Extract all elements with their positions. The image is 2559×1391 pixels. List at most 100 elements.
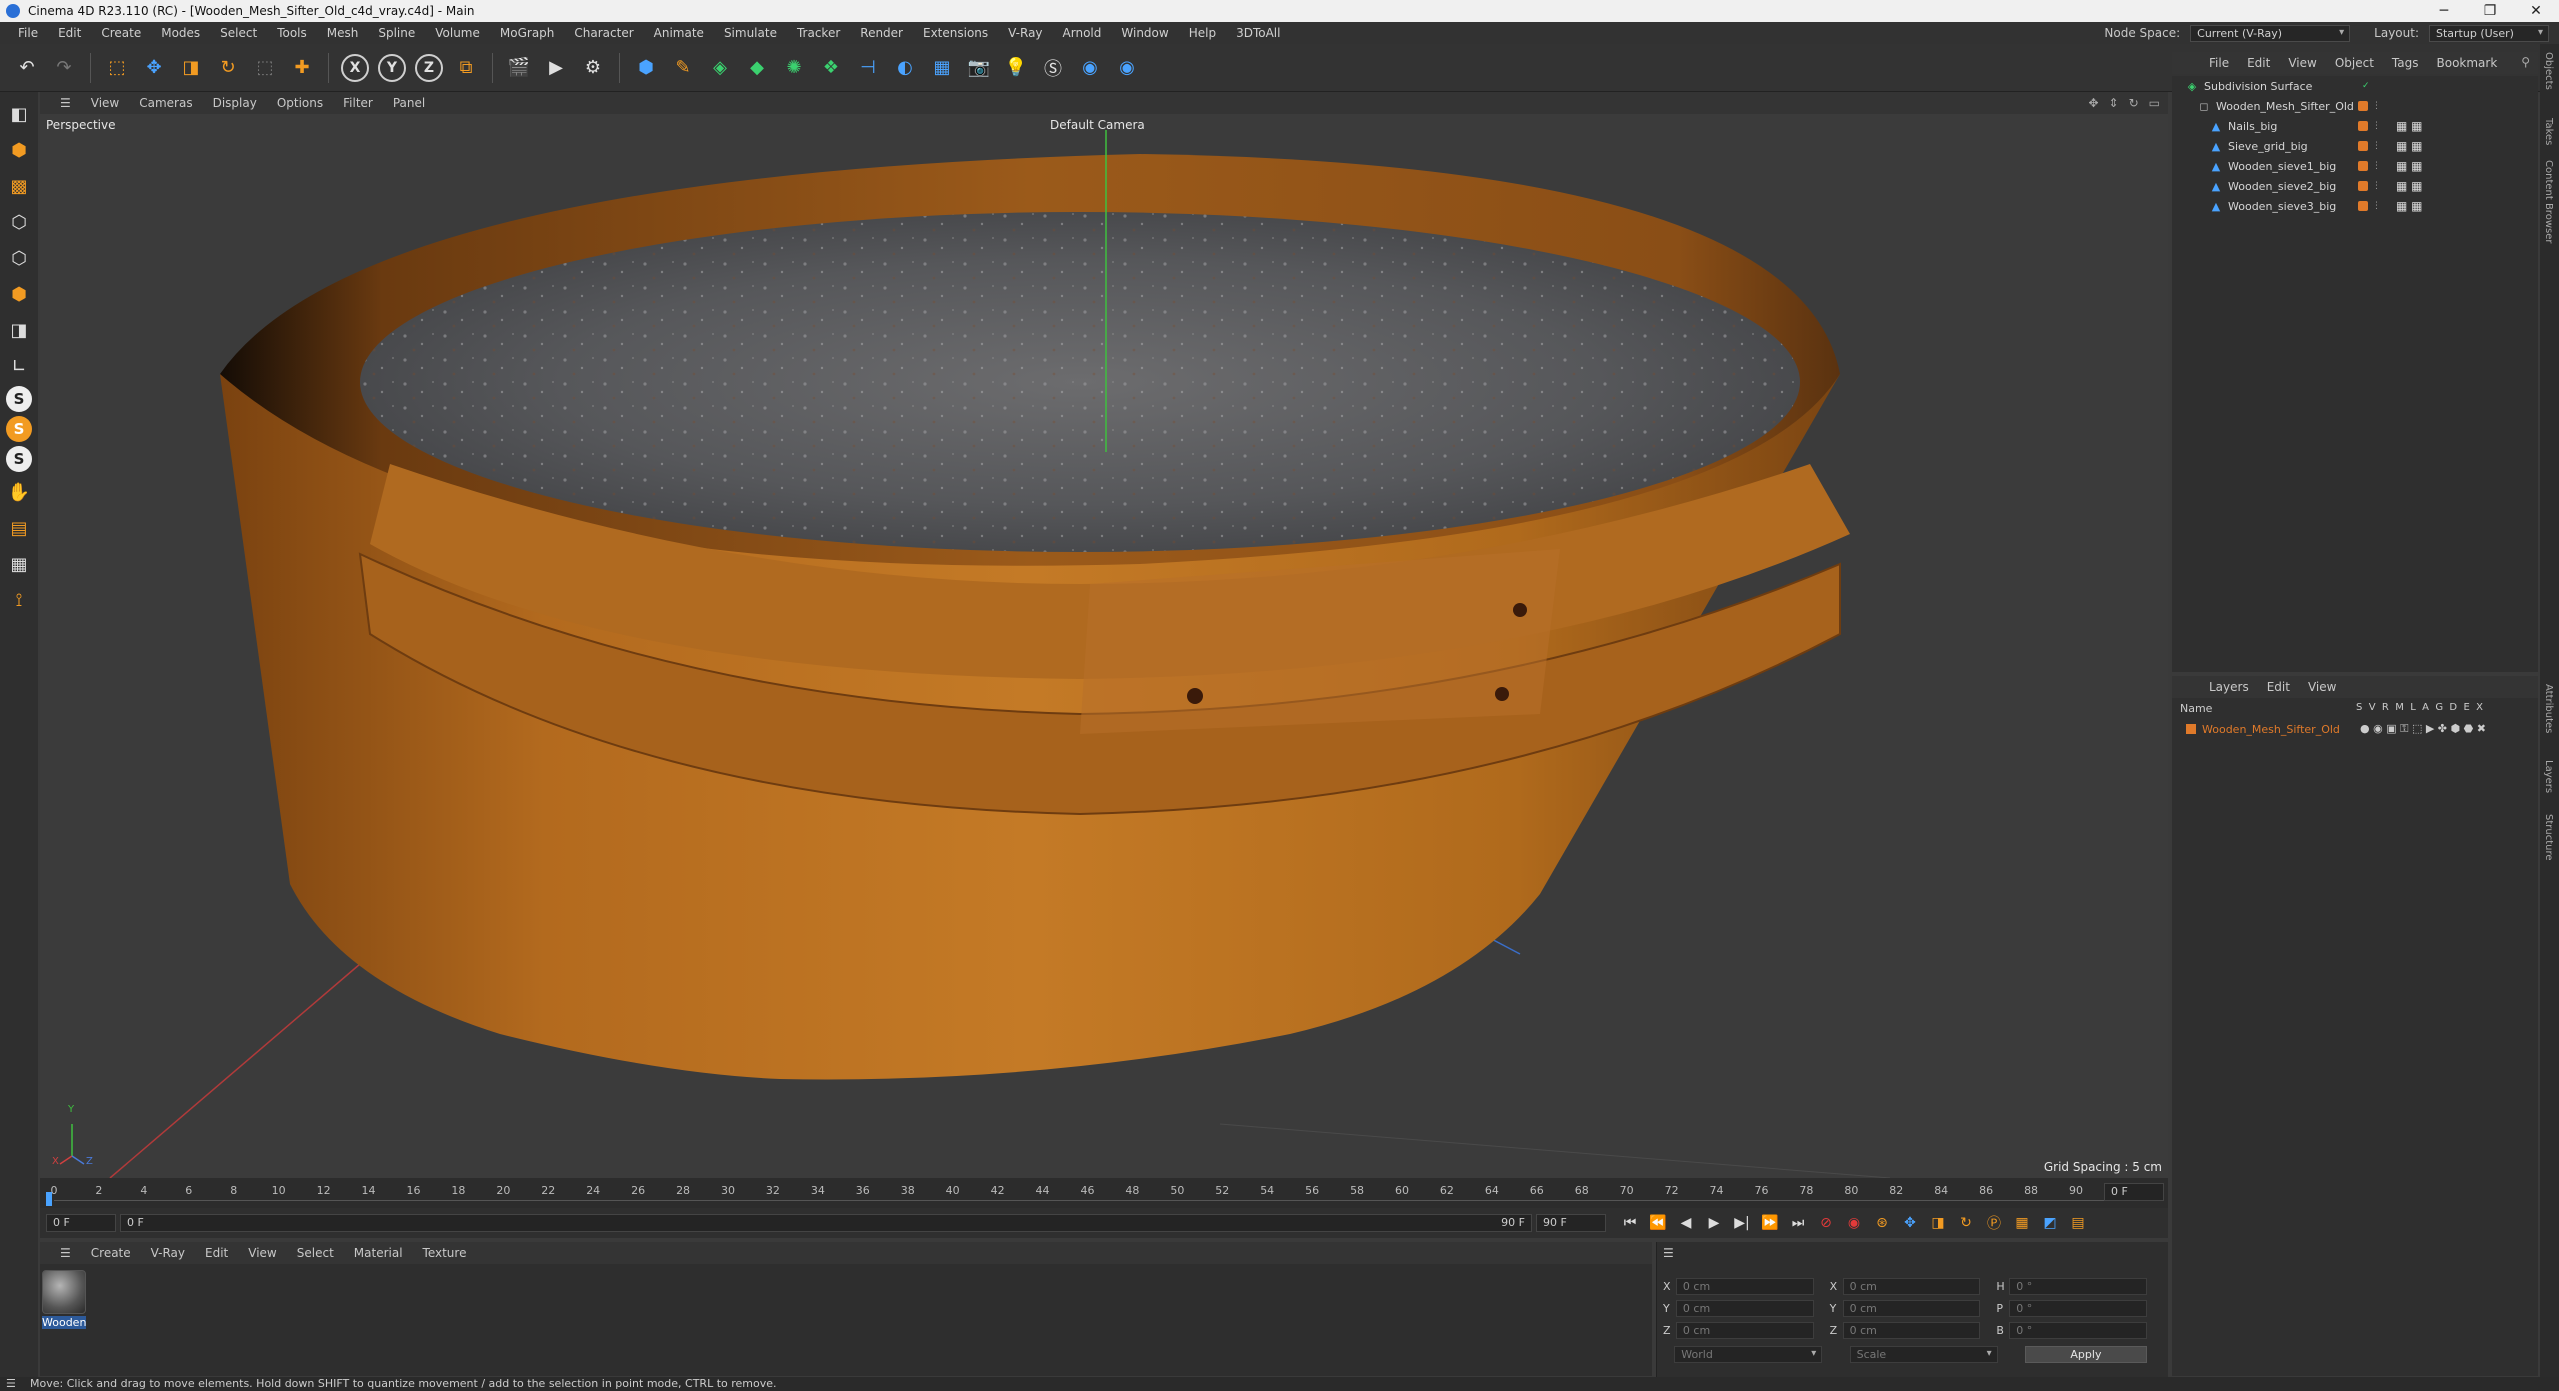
record-keys-icon[interactable]: ⊘ bbox=[1814, 1211, 1838, 1235]
apply-button[interactable]: Apply bbox=[2024, 1345, 2147, 1363]
next-frame-icon[interactable]: ▶| bbox=[1730, 1211, 1754, 1235]
visibility-dots-icon[interactable]: ⋮ bbox=[2372, 121, 2381, 131]
menu-render[interactable]: Render bbox=[850, 26, 913, 40]
menu-edit[interactable]: Edit bbox=[48, 26, 91, 40]
points-mode-icon[interactable]: ⬡ bbox=[4, 206, 34, 238]
next-key-icon[interactable]: ⏩ bbox=[1758, 1211, 1782, 1235]
menu-mograph[interactable]: MoGraph bbox=[490, 26, 565, 40]
redo-icon[interactable]: ↷ bbox=[47, 51, 81, 85]
menu-tracker[interactable]: Tracker bbox=[787, 26, 850, 40]
material-menu-vray[interactable]: V-Ray bbox=[141, 1246, 195, 1260]
key-scale-icon[interactable]: ◨ bbox=[1926, 1211, 1950, 1235]
material-menu-select[interactable]: Select bbox=[287, 1246, 344, 1260]
tab-layers[interactable]: Layers bbox=[2543, 760, 2554, 793]
scale-tool-icon[interactable]: ◨ bbox=[174, 51, 208, 85]
timeline-ruler[interactable]: 0 2 4 6 8 10 12 14 16 18 20 22 24 26 28 30 32 34 36 38 40 42 4… bbox=[40, 1178, 2168, 1208]
rot-b-field[interactable]: 0 ° bbox=[2009, 1321, 2147, 1339]
key-position-icon[interactable]: ✥ bbox=[1898, 1211, 1922, 1235]
polygons-mode-icon[interactable]: ⬢ bbox=[4, 278, 34, 310]
layer-tag-icon[interactable] bbox=[2358, 181, 2368, 191]
node-space-dropdown[interactable]: Current (V-Ray) bbox=[2190, 24, 2351, 42]
visibility-dots-icon[interactable]: ⋮ bbox=[2372, 101, 2381, 111]
y-axis-lock-button[interactable]: Y bbox=[378, 53, 406, 82]
previous-key-icon[interactable]: ⏪ bbox=[1646, 1211, 1670, 1235]
material-menu-view[interactable]: View bbox=[238, 1246, 286, 1260]
menu-3dtoall[interactable]: 3DToAll bbox=[1226, 26, 1290, 40]
timeline-window-icon[interactable]: ▤ bbox=[2066, 1211, 2090, 1235]
viewport-camera-label[interactable]: Default Camera bbox=[1050, 118, 1145, 132]
axis-mode-icon[interactable]: ∟ bbox=[4, 350, 34, 382]
snap-grid-icon[interactable]: ▤ bbox=[4, 512, 34, 544]
material-thumbnail[interactable] bbox=[42, 1270, 86, 1314]
layer-tag-icon[interactable] bbox=[2358, 161, 2368, 171]
object-row[interactable]: ▲ Wooden_sieve3_big ⋮ ▦ ▦ bbox=[2172, 196, 2538, 216]
add-object-icon[interactable]: ✚ bbox=[285, 51, 319, 85]
vray-s2-icon[interactable]: S bbox=[6, 446, 32, 472]
layer-tag-icon[interactable] bbox=[2358, 141, 2368, 151]
material-menu-edit[interactable]: Edit bbox=[195, 1246, 238, 1260]
subdivision-generator-icon[interactable]: ◈ bbox=[703, 51, 737, 85]
menu-simulate[interactable]: Simulate bbox=[714, 26, 787, 40]
render-settings-icon[interactable]: ⚙ bbox=[576, 51, 610, 85]
render-region-icon[interactable]: 🎬 bbox=[502, 51, 536, 85]
texture-mode-icon[interactable]: ▩ bbox=[4, 170, 34, 202]
search-icon[interactable]: ⚲ bbox=[2521, 55, 2530, 69]
hamburger-icon[interactable]: ☰ bbox=[50, 1246, 81, 1260]
rotate-tool-icon[interactable]: ↻ bbox=[211, 51, 245, 85]
timeline-playhead[interactable] bbox=[46, 1192, 52, 1206]
material-tag-icon[interactable]: ▦ ▦ bbox=[2396, 119, 2423, 133]
light-icon[interactable]: 💡 bbox=[999, 51, 1033, 85]
edges-mode-icon[interactable]: ⬡ bbox=[4, 242, 34, 274]
layer-tag-icon[interactable] bbox=[2358, 101, 2368, 111]
layer-menu-edit[interactable]: Edit bbox=[2258, 680, 2299, 694]
hamburger-icon[interactable]: ☰ bbox=[50, 96, 81, 110]
pos-x-field[interactable]: 0 cm bbox=[1675, 1277, 1814, 1295]
zoom-view-icon[interactable]: ⇕ bbox=[2109, 96, 2119, 110]
hamburger-icon[interactable]: ☰ bbox=[1663, 1246, 1674, 1260]
x-axis-lock-button[interactable]: X bbox=[341, 53, 369, 82]
layer-row[interactable]: Wooden_Mesh_Sifter_Old ● ◉ ▣ ⚿ ⬚ ▶ ✤ ⬢ ⬣… bbox=[2172, 720, 2538, 738]
move-tool-icon[interactable]: ✥ bbox=[137, 51, 171, 85]
key-parameter-icon[interactable]: Ⓟ bbox=[1982, 1211, 2006, 1235]
viewport-menu-panel[interactable]: Panel bbox=[383, 96, 435, 110]
viewport-menu-options[interactable]: Options bbox=[267, 96, 333, 110]
material-tag-icon[interactable]: ▦ ▦ bbox=[2396, 139, 2423, 153]
live-selection-icon[interactable]: ⬚ bbox=[100, 51, 134, 85]
object-menu-bookmark[interactable]: Bookmark bbox=[2428, 56, 2507, 70]
keyframe-selection-icon[interactable]: ⊛ bbox=[1870, 1211, 1894, 1235]
layer-tag-icon[interactable] bbox=[2358, 121, 2368, 131]
rotate-view-icon[interactable]: ↻ bbox=[2129, 96, 2139, 110]
end-frame-field[interactable]: 90 F bbox=[1536, 1214, 1606, 1232]
transform-tool-icon[interactable]: ⬚ bbox=[248, 51, 282, 85]
visibility-dots-icon[interactable]: ⋮ bbox=[2372, 161, 2381, 171]
menu-volume[interactable]: Volume bbox=[425, 26, 490, 40]
menu-select[interactable]: Select bbox=[210, 26, 267, 40]
viewport-menu-cameras[interactable]: Cameras bbox=[129, 96, 202, 110]
viewport-menu-filter[interactable]: Filter bbox=[333, 96, 383, 110]
vray-icon[interactable]: Ⓢ bbox=[1036, 51, 1070, 85]
viewport-menu-view[interactable]: View bbox=[81, 96, 129, 110]
layer-menu-layers[interactable]: Layers bbox=[2200, 680, 2258, 694]
field-icon[interactable]: ◐ bbox=[888, 51, 922, 85]
floor-icon[interactable]: ▦ bbox=[925, 51, 959, 85]
menu-window[interactable]: Window bbox=[1111, 26, 1178, 40]
object-row[interactable]: ▲ Sieve_grid_big ⋮ ▦ ▦ bbox=[2172, 136, 2538, 156]
viewport-perspective-label[interactable]: Perspective bbox=[46, 118, 116, 132]
menu-vray[interactable]: V-Ray bbox=[998, 26, 1052, 40]
size-z-field[interactable]: 0 cm bbox=[1842, 1321, 1981, 1339]
visibility-dots-icon[interactable]: ⋮ bbox=[2372, 141, 2381, 151]
tab-takes[interactable]: Takes bbox=[2543, 118, 2554, 145]
toggle-view-icon[interactable]: ▭ bbox=[2149, 96, 2160, 110]
model-mode-icon[interactable]: ⬢ bbox=[4, 134, 34, 166]
current-frame-field[interactable]: 0 F bbox=[2104, 1183, 2164, 1201]
coordinate-system-icon[interactable]: ⧉ bbox=[449, 51, 483, 85]
material-tag-icon[interactable]: ▦ ▦ bbox=[2396, 199, 2423, 213]
pen-spline-icon[interactable]: ✎ bbox=[666, 51, 700, 85]
object-menu-file[interactable]: File bbox=[2200, 56, 2238, 70]
pos-y-field[interactable]: 0 cm bbox=[1675, 1299, 1814, 1317]
menu-modes[interactable]: Modes bbox=[151, 26, 210, 40]
material-name[interactable]: Wooden bbox=[42, 1316, 86, 1329]
tab-content-browser[interactable]: Content Browser bbox=[2543, 160, 2554, 243]
key-pla-icon[interactable]: ▦ bbox=[2010, 1211, 2034, 1235]
workplane-grid-icon[interactable]: ▦ bbox=[4, 548, 34, 580]
